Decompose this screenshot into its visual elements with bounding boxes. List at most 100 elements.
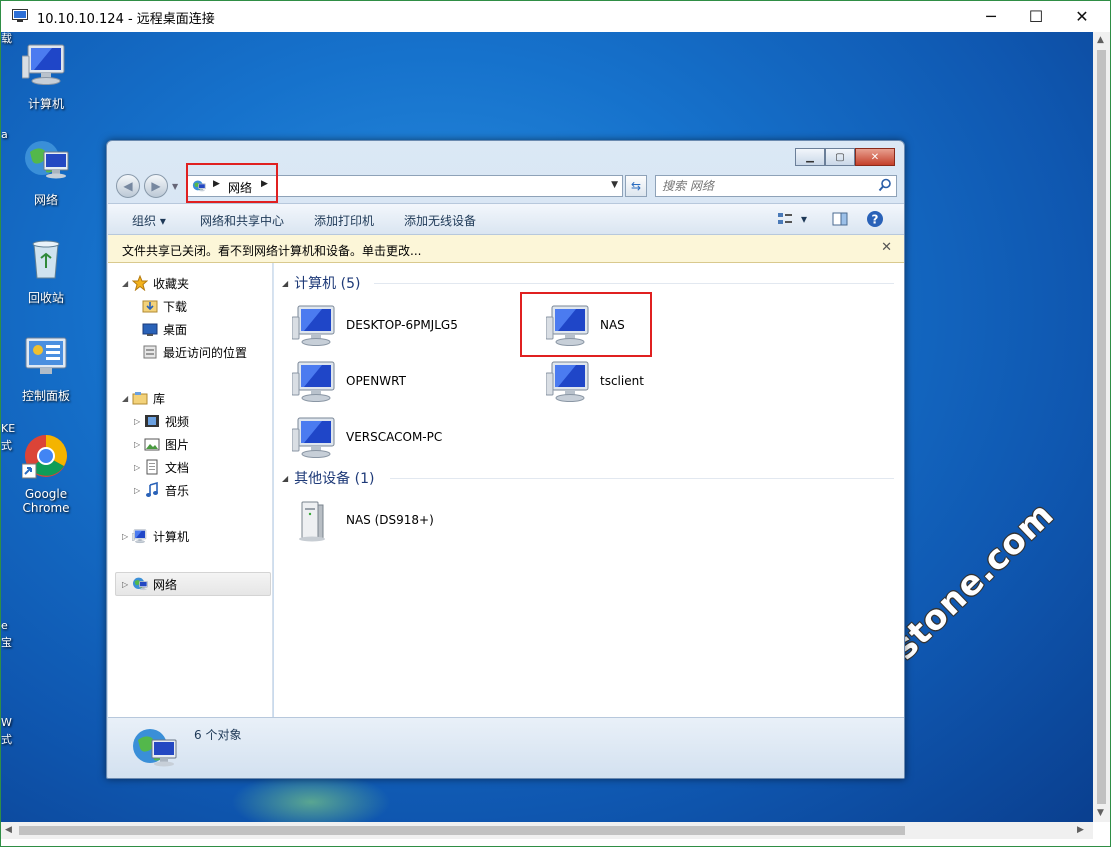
info-bar-message[interactable]: 文件共享已关闭。看不到网络计算机和设备。单击更改... xyxy=(122,242,421,259)
pictures-icon xyxy=(144,438,160,451)
nav-item-videos[interactable]: ▷ 视频 xyxy=(134,411,189,431)
computer-icon xyxy=(292,359,340,403)
explorer-maximize-button[interactable]: ▢ xyxy=(825,148,855,166)
group-header-other-devices[interactable]: ◢ 其他设备 (1) xyxy=(282,468,374,488)
desktop-icon-computer[interactable]: 计算机 xyxy=(11,40,81,112)
scroll-down-icon[interactable]: ▼ xyxy=(1097,808,1104,818)
desktop-icon-label: Google Chrome xyxy=(22,487,70,515)
scroll-right-icon[interactable]: ▶ xyxy=(1077,825,1084,835)
horizontal-scroll-thumb[interactable] xyxy=(19,826,905,835)
desktop-icon-recycle-bin[interactable]: 回收站 xyxy=(11,234,81,306)
nav-item-computer[interactable]: ▷ 计算机 xyxy=(122,526,189,546)
network-icon xyxy=(132,576,148,592)
refresh-icon: ⇆ xyxy=(630,179,642,193)
collapsed-icon[interactable]: ▷ xyxy=(134,440,144,449)
wallpaper-glow xyxy=(231,772,391,822)
network-sharing-center-button[interactable]: 网络和共享中心 xyxy=(200,212,284,229)
collapsed-icon[interactable]: ▷ xyxy=(122,580,132,589)
nav-item-favorites[interactable]: ◢ 收藏夹 xyxy=(122,273,189,293)
explorer-close-button[interactable]: ✕ xyxy=(855,148,895,166)
organize-menu-button[interactable]: 组织 ▾ xyxy=(132,212,166,229)
group-divider xyxy=(374,283,894,284)
nav-item-music[interactable]: ▷ 音乐 xyxy=(134,480,189,500)
preview-pane-icon[interactable] xyxy=(831,210,849,228)
rdp-horizontal-scrollbar[interactable]: ◀ ▶ xyxy=(1,822,1093,839)
rdp-minimize-button[interactable]: ─ xyxy=(968,1,1014,31)
item-count: 6 个对象 xyxy=(194,728,242,742)
change-view-icon[interactable] xyxy=(776,210,794,228)
network-icon xyxy=(22,136,70,184)
back-button[interactable]: ◀ xyxy=(116,174,140,198)
refresh-button[interactable]: ⇆ xyxy=(625,175,647,197)
desktop-icon-label: 网络 xyxy=(33,193,58,207)
nav-item-label: 网络 xyxy=(153,577,178,592)
explorer-minimize-button[interactable]: ▁ xyxy=(795,148,825,166)
view-options-dropdown-icon[interactable]: ▾ xyxy=(801,212,807,226)
nav-item-libraries[interactable]: ◢ 库 xyxy=(122,388,165,408)
scroll-left-icon[interactable]: ◀ xyxy=(5,825,12,835)
libraries-icon xyxy=(132,392,148,405)
nav-item-desktop[interactable]: 桌面 xyxy=(142,319,187,339)
address-dropdown-icon[interactable]: ▼ xyxy=(611,180,618,190)
computer-item[interactable]: DESKTOP-6PMJLG5 xyxy=(292,299,458,351)
expanded-icon[interactable]: ◢ xyxy=(122,394,132,403)
nav-item-network[interactable]: ▷ 网络 xyxy=(122,574,177,594)
search-box[interactable] xyxy=(655,175,897,197)
collapsed-icon[interactable]: ▷ xyxy=(134,463,144,472)
add-wireless-device-button[interactable]: 添加无线设备 xyxy=(404,212,476,229)
desktop-icon-label: 计算机 xyxy=(27,97,64,111)
collapsed-icon[interactable]: ▷ xyxy=(134,417,144,426)
chrome-icon xyxy=(21,435,67,479)
group-title: 计算机 (5) xyxy=(294,276,361,292)
rdp-vertical-scrollbar[interactable]: ▲ ▼ xyxy=(1093,32,1110,822)
device-item[interactable]: NAS (DS918+) xyxy=(292,494,434,546)
search-input[interactable] xyxy=(662,178,862,194)
forward-arrow-icon: ▶ xyxy=(151,179,161,193)
navigation-pane: ◢ 收藏夹 下载 桌面 最近访问的位置 ◢ 库 ▷ 视频 ▷ 图片 ▷ 文档 ▷… xyxy=(108,263,273,717)
rdp-maximize-button[interactable]: ☐ xyxy=(1013,1,1059,31)
group-collapse-icon[interactable]: ◢ xyxy=(282,279,288,288)
desktop-icon-network[interactable]: 网络 xyxy=(11,136,81,208)
help-icon[interactable]: ? xyxy=(866,210,884,228)
info-bar[interactable]: 文件共享已关闭。看不到网络计算机和设备。单击更改... ✕ xyxy=(108,235,904,263)
back-arrow-icon: ◀ xyxy=(123,179,133,193)
desktop-icon-google-chrome[interactable]: Google Chrome xyxy=(11,432,81,515)
vertical-scroll-thumb[interactable] xyxy=(1097,50,1106,804)
computer-item[interactable]: tsclient xyxy=(546,355,644,407)
item-label: NAS (DS918+) xyxy=(346,513,434,527)
rdp-close-button[interactable]: ✕ xyxy=(1059,1,1105,31)
nav-item-recent-places[interactable]: 最近访问的位置 xyxy=(142,342,247,362)
nav-item-label: 最近访问的位置 xyxy=(163,345,248,360)
forward-button[interactable]: ▶ xyxy=(144,174,168,198)
computer-item[interactable]: OPENWRT xyxy=(292,355,406,407)
desktop-icon-label: 回收站 xyxy=(27,291,64,305)
info-bar-close-icon[interactable]: ✕ xyxy=(881,240,892,255)
search-icon[interactable] xyxy=(878,178,892,192)
scroll-up-icon[interactable]: ▲ xyxy=(1097,35,1104,45)
nav-item-downloads[interactable]: 下载 xyxy=(142,296,187,316)
network-icon xyxy=(130,724,178,772)
add-printer-button[interactable]: 添加打印机 xyxy=(314,212,374,229)
nav-item-pictures[interactable]: ▷ 图片 xyxy=(134,434,189,454)
group-header-computers[interactable]: ◢ 计算机 (5) xyxy=(282,273,360,293)
edge-fragment: W xyxy=(1,716,12,729)
desktop-icon-control-panel[interactable]: 控制面板 xyxy=(11,332,81,404)
details-pane: 6 个对象 xyxy=(108,717,904,778)
desktop-icon xyxy=(142,323,158,336)
collapsed-icon[interactable]: ▷ xyxy=(122,532,132,541)
nav-item-documents[interactable]: ▷ 文档 xyxy=(134,457,189,477)
collapsed-icon[interactable]: ▷ xyxy=(134,486,144,495)
group-divider xyxy=(390,478,894,479)
item-label: VERSCACOM-PC xyxy=(346,430,443,444)
nav-item-label: 音乐 xyxy=(165,483,190,498)
group-title: 其他设备 (1) xyxy=(294,471,375,487)
computer-icon xyxy=(132,528,148,544)
music-icon xyxy=(146,482,158,497)
control-panel-icon xyxy=(25,337,67,374)
group-collapse-icon[interactable]: ◢ xyxy=(282,474,288,483)
recent-pages-dropdown-icon[interactable]: ▼ xyxy=(172,182,178,191)
computer-item[interactable]: VERSCACOM-PC xyxy=(292,411,442,463)
documents-icon xyxy=(146,459,158,475)
nav-item-label: 计算机 xyxy=(153,529,190,544)
expanded-icon[interactable]: ◢ xyxy=(122,279,132,288)
